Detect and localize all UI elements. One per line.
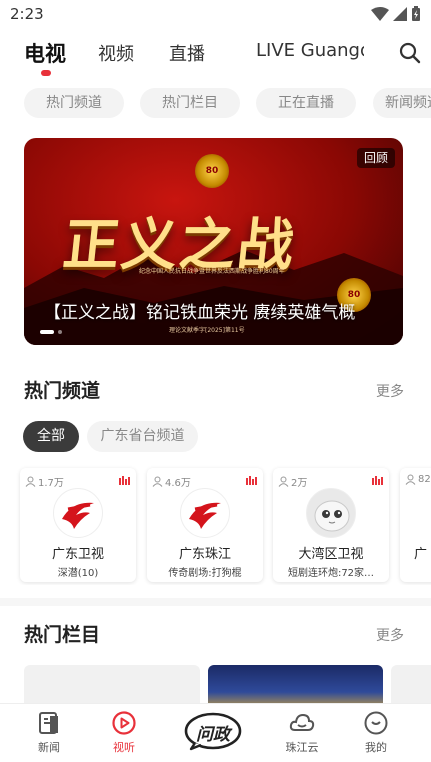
tab-live[interactable]: 直播: [169, 40, 205, 66]
channel-name: 广东珠江: [178, 547, 231, 562]
anniversary-emblem: 80: [195, 154, 229, 188]
tab-tv[interactable]: 电视: [24, 38, 66, 68]
status-time: 2:23: [10, 5, 44, 23]
viewer-count: 1.7万: [25, 474, 64, 489]
viewer-count-value: 82: [418, 474, 431, 485]
bottom-nav-mine[interactable]: 我的: [346, 710, 406, 755]
live-bars-icon: [372, 476, 383, 485]
carousel-indicator: [40, 330, 62, 334]
viewer-count: 2万: [278, 474, 307, 489]
chip-hot-columns[interactable]: 热门栏目: [140, 88, 240, 118]
play-circle-icon: [112, 711, 136, 735]
channel-card[interactable]: 4.6万 广东珠江 传奇剧场:打狗棍: [147, 468, 263, 582]
channel-card[interactable]: 2万 大湾区卫视 短剧连环炮:72家…: [273, 468, 389, 582]
chip-on-air[interactable]: 正在直播: [256, 88, 356, 118]
channel-name: 广东卫视: [51, 547, 104, 562]
carousel-dot[interactable]: [40, 330, 54, 334]
hot-columns-title: 热门栏目: [24, 624, 101, 646]
wenzheng-label: 问政: [196, 725, 230, 745]
channel-card-row: 1.7万 广东卫视 深潜(10) 4.6万 广东珠江 传奇剧场:打狗棍 2万 大…: [0, 465, 431, 585]
top-nav: 电视 视频 直播 LIVE Guangdong: [0, 30, 431, 80]
hero-banner[interactable]: 80 80 正义之战 纪念中国人民抗日战争暨世界反法西斯战争胜利80周年 回顾 …: [24, 138, 403, 345]
section-divider: [0, 598, 431, 606]
news-icon: [39, 712, 58, 734]
app-screen: 2:23 电视 视频 直播 LIVE Guangdong 热门频道 热门栏目 正…: [0, 0, 431, 762]
channel-card[interactable]: 1.7万 广东卫视 深潜(10): [20, 468, 136, 582]
bottom-nav-label: 珠江云: [285, 741, 319, 754]
person-icon: [25, 476, 36, 487]
status-icons: [371, 6, 421, 22]
replay-badge: 回顾: [356, 148, 395, 168]
chip-news-channel[interactable]: 新闻频道: [373, 88, 431, 118]
bottom-nav-wenzheng-button[interactable]: 问政: [183, 711, 243, 751]
current-program: 短剧连环炮:72家…: [287, 568, 375, 579]
current-program: 传奇剧场:打狗棍: [168, 568, 242, 579]
tab-video[interactable]: 视频: [98, 40, 134, 66]
banner-doc-number: 理论文献季字[2025]第11号: [169, 327, 245, 334]
live-bars-icon: [246, 476, 257, 485]
viewer-count-value: 1.7万: [38, 478, 64, 489]
person-icon: [405, 474, 416, 485]
status-bar: 2:23: [0, 0, 431, 28]
bottom-nav-zhujiang-cloud[interactable]: 珠江云: [272, 710, 332, 755]
bottom-nav-watch[interactable]: 视听: [94, 710, 154, 755]
channel-card[interactable]: 82 广: [400, 468, 431, 582]
viewer-count-value: 4.6万: [165, 478, 191, 489]
guangdong-tv-logo: [53, 488, 103, 538]
filter-all[interactable]: 全部: [23, 421, 79, 452]
channel-name: 广: [414, 547, 428, 562]
bottom-nav-label: 新闻: [38, 741, 60, 754]
tab-live-guangdong[interactable]: LIVE Guangdong: [256, 40, 364, 61]
search-icon: [399, 42, 421, 64]
carousel-dot[interactable]: [58, 330, 62, 334]
hot-channels-title: 热门频道: [24, 380, 101, 402]
person-icon: [278, 476, 289, 487]
cloud-icon: [289, 713, 315, 731]
profile-icon: [364, 711, 388, 735]
signal-icon: [393, 7, 407, 21]
chip-hot-channels[interactable]: 热门频道: [24, 88, 124, 118]
viewer-count-value: 2万: [291, 478, 308, 489]
viewer-count: 82: [405, 474, 431, 485]
bottom-nav-label: 视听: [113, 741, 135, 754]
banner-caption: 【正义之战】铭记铁血荣光 赓续英雄气概: [44, 303, 356, 323]
person-icon: [152, 476, 163, 487]
viewer-count: 4.6万: [152, 474, 191, 489]
filter-guangdong-provincial[interactable]: 广东省台频道: [87, 421, 198, 452]
current-program: 深潜(10): [57, 568, 99, 579]
search-button[interactable]: [397, 40, 423, 66]
wifi-icon: [371, 7, 389, 21]
guangdong-tv-logo: [180, 488, 230, 538]
active-tab-indicator: [41, 70, 51, 76]
hot-columns-more-link[interactable]: 更多: [376, 625, 404, 645]
bottom-nav-news[interactable]: 新闻: [19, 710, 79, 755]
battery-icon: [412, 6, 420, 21]
live-bars-icon: [119, 476, 130, 485]
bay-area-mascot-logo: [306, 488, 356, 538]
category-chip-row: 热门频道 热门栏目 正在直播 新闻频道: [0, 88, 431, 122]
hot-channels-more-link[interactable]: 更多: [376, 381, 404, 401]
bottom-nav-label: 我的: [365, 741, 387, 754]
banner-art-subtitle: 纪念中国人民抗日战争暨世界反法西斯战争胜利80周年: [139, 268, 285, 275]
channel-name: 大湾区卫视: [298, 547, 364, 562]
